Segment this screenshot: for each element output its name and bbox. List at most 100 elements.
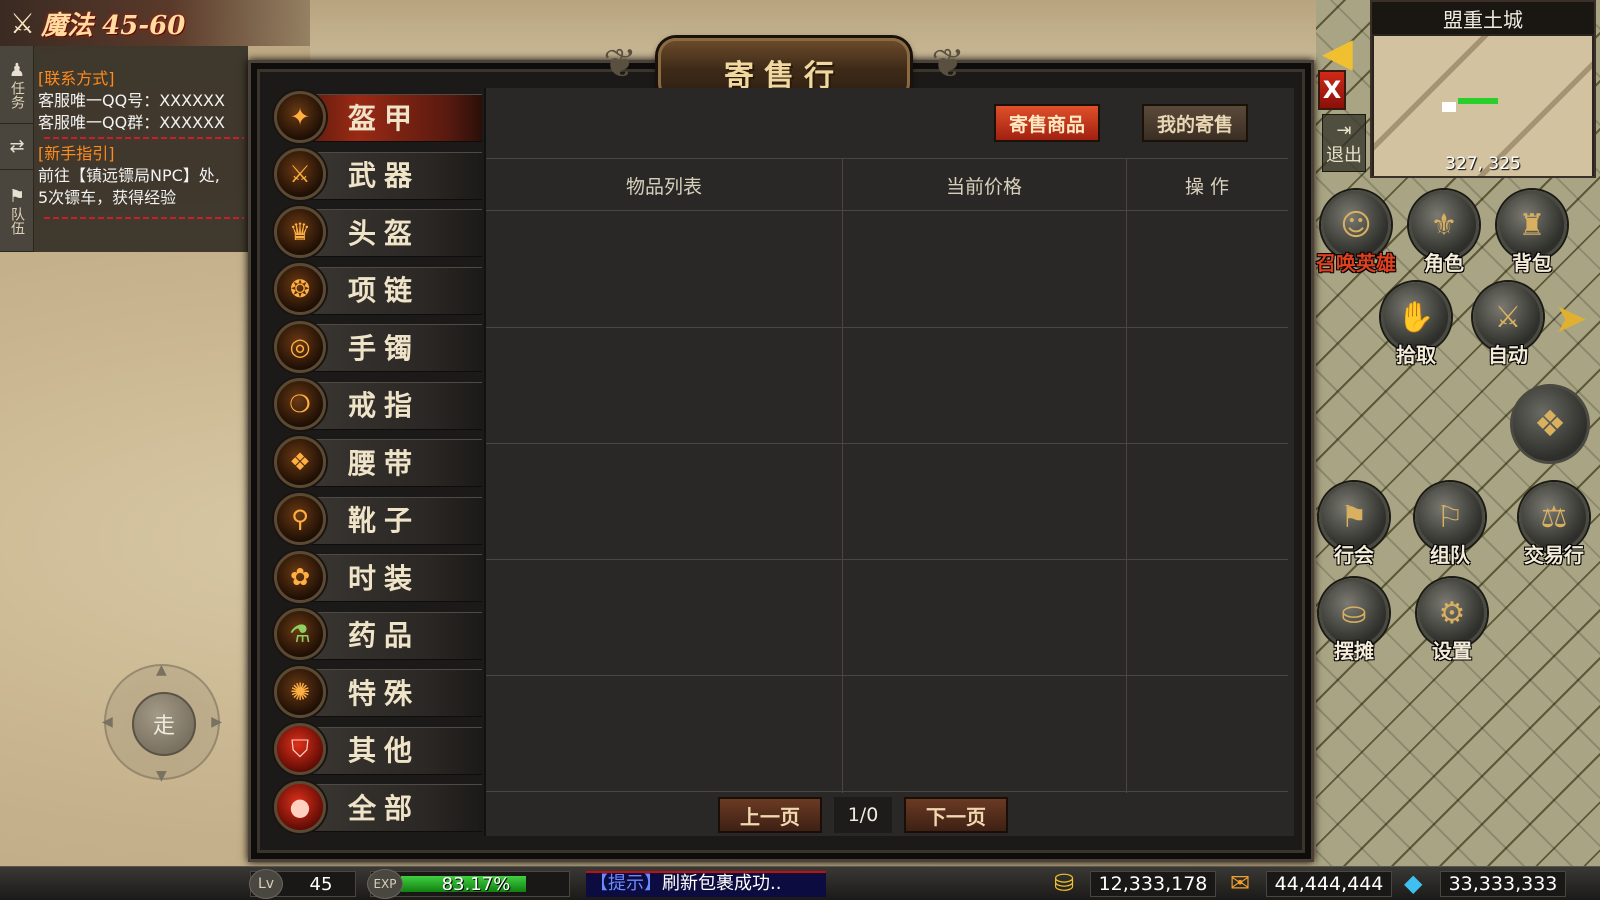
contact-line: 客服唯一QQ群：XXXXXX bbox=[38, 113, 225, 132]
category-ring[interactable]: ❍ 戒指 bbox=[274, 376, 484, 434]
ring-icon: ❍ bbox=[274, 378, 326, 431]
sell-items-button[interactable]: 寄售商品 bbox=[994, 104, 1100, 142]
tab-team-label: 队伍 bbox=[9, 207, 25, 235]
skill-menu-button[interactable]: ❖ bbox=[1510, 384, 1590, 464]
category-label: 手镯 bbox=[348, 331, 421, 365]
notice-bracket: 【提示】 bbox=[590, 873, 662, 894]
helmet-icon: ♛ bbox=[274, 205, 326, 258]
tab-task[interactable]: ♟ 任务 bbox=[0, 46, 34, 124]
category-label: 头盔 bbox=[348, 216, 421, 250]
column-divider bbox=[842, 159, 843, 793]
player-marker bbox=[1458, 98, 1498, 104]
potion-icon: ⚗ bbox=[274, 608, 326, 661]
exit-icon: ⇥ bbox=[1336, 120, 1352, 141]
tab-task-label: 任务 bbox=[9, 81, 25, 109]
column-divider bbox=[1126, 159, 1127, 793]
settings-button[interactable]: ⚙ 设置 bbox=[1414, 578, 1490, 663]
category-necklace[interactable]: ❂ 项链 bbox=[274, 261, 484, 319]
category-belt[interactable]: ❖ 腰带 bbox=[274, 433, 484, 491]
pickup-button[interactable]: ✋ 拾取 bbox=[1378, 282, 1454, 367]
next-page-button[interactable]: 下一页 bbox=[904, 797, 1008, 833]
stall-label: 摆摊 bbox=[1334, 639, 1374, 663]
my-consignments-button[interactable]: 我的寄售 bbox=[1142, 104, 1248, 142]
side-tabs: ♟ 任务 ⇄ ⚑ 队伍 bbox=[0, 46, 34, 252]
category-label: 时装 bbox=[348, 561, 421, 595]
auto-button[interactable]: ⚔ 自动 bbox=[1470, 282, 1546, 367]
notice-text: 刷新包裹成功.. bbox=[662, 873, 782, 894]
scroll-currency-value: 44,444,444 bbox=[1266, 871, 1392, 897]
page-indicator: 1/0 bbox=[834, 797, 892, 833]
buff-banner: ⚔ 魔法 45-60 bbox=[0, 0, 310, 46]
buff-text: 魔法 45-60 bbox=[41, 10, 186, 41]
arrow-left-icon: ◀ bbox=[102, 714, 113, 730]
summon-hero-button[interactable]: ☺ 召唤英雄 bbox=[1316, 190, 1396, 275]
map-coordinates: 327, 325 bbox=[1445, 154, 1521, 174]
npc-marker bbox=[1442, 102, 1456, 112]
special-icon: ✺ bbox=[274, 665, 326, 718]
category-label: 盔甲 bbox=[348, 101, 421, 135]
joystick-knob[interactable]: 走 bbox=[132, 692, 196, 756]
table-row bbox=[486, 443, 1288, 444]
guild-label: 行会 bbox=[1334, 543, 1374, 567]
character-button[interactable]: ⚜ 角色 bbox=[1406, 190, 1482, 275]
guide-line: 前往【镇远镖局NPC】处, bbox=[38, 166, 220, 185]
prev-page-button[interactable]: 上一页 bbox=[718, 797, 822, 833]
pager: 上一页 1/0 下一页 bbox=[718, 796, 1008, 834]
tab-team[interactable]: ⚑ 队伍 bbox=[0, 170, 34, 252]
exit-label: 退出 bbox=[1326, 145, 1362, 166]
category-potion[interactable]: ⚗ 药品 bbox=[274, 606, 484, 664]
fashion-icon: ✿ bbox=[274, 550, 326, 603]
category-fashion[interactable]: ✿ 时装 bbox=[274, 548, 484, 606]
character-label: 角色 bbox=[1424, 251, 1464, 275]
team-label: 组队 bbox=[1430, 543, 1470, 567]
armor-icon: ✦ bbox=[274, 90, 326, 143]
close-button[interactable]: X bbox=[1318, 70, 1346, 110]
arrow-down-icon: ▼ bbox=[156, 768, 167, 784]
weapon-icon: ⚔ bbox=[274, 148, 326, 201]
summon-hero-label: 召唤英雄 bbox=[1316, 251, 1396, 275]
minimap[interactable]: 盟重土城 327, 325 bbox=[1370, 0, 1596, 178]
category-bracelet[interactable]: ◎ 手镯 bbox=[274, 318, 484, 376]
stall-button[interactable]: ⛀ 摆摊 bbox=[1316, 578, 1392, 663]
arrow-up-icon: ▲ bbox=[156, 662, 167, 678]
trade-button[interactable]: ⚖ 交易行 bbox=[1516, 482, 1592, 567]
bracelet-icon: ◎ bbox=[274, 320, 326, 373]
contact-header: [联系方式] bbox=[38, 69, 115, 88]
belt-icon: ❖ bbox=[274, 435, 326, 488]
bag-button[interactable]: ♜ 背包 bbox=[1494, 190, 1570, 275]
category-special[interactable]: ✺ 特殊 bbox=[274, 663, 484, 721]
boots-icon: ⚲ bbox=[274, 493, 326, 546]
category-helmet[interactable]: ♛ 头盔 bbox=[274, 203, 484, 261]
task-panel[interactable]: [联系方式] 客服唯一QQ号：XXXXXX 客服唯一QQ群：XXXXXX [新手… bbox=[34, 46, 248, 252]
minimap-view[interactable]: 327, 325 bbox=[1374, 36, 1592, 176]
expand-arrow-icon[interactable]: ➤ bbox=[1554, 296, 1588, 342]
map-name: 盟重土城 bbox=[1372, 2, 1594, 34]
exit-button[interactable]: ⇥ 退出 bbox=[1322, 114, 1366, 172]
collapse-arrow-icon[interactable]: ◀ bbox=[1322, 30, 1353, 76]
tab-swap[interactable]: ⇄ bbox=[0, 124, 34, 170]
level-tag: Lv bbox=[249, 869, 283, 899]
category-weapon[interactable]: ⚔ 武器 bbox=[274, 146, 484, 204]
guide-header: [新手指引] bbox=[38, 144, 115, 163]
other-icon: ⛉ bbox=[274, 723, 326, 776]
table-row bbox=[486, 559, 1288, 560]
category-boots[interactable]: ⚲ 靴子 bbox=[274, 491, 484, 549]
gold-ingot-icon: ⛁ bbox=[1054, 869, 1075, 897]
column-item-list: 物品列表 bbox=[625, 175, 702, 198]
pickup-label: 拾取 bbox=[1396, 343, 1436, 367]
arrow-right-icon: ▶ bbox=[211, 714, 222, 730]
category-list: ✦ 盔甲 ⚔ 武器 ♛ 头盔 ❂ 项链 ◎ 手镯 ❍ 戒指 ❖ 腰带 ⚲ 靴子 … bbox=[274, 88, 484, 836]
category-label: 全部 bbox=[348, 791, 421, 825]
category-all[interactable]: ● 全部 bbox=[274, 778, 484, 836]
level-display: Lv 45 bbox=[249, 869, 356, 899]
necklace-icon: ❂ bbox=[274, 263, 326, 316]
category-other[interactable]: ⛉ 其他 bbox=[274, 721, 484, 779]
exp-value: 83.17% bbox=[441, 874, 511, 895]
movement-joystick[interactable]: ▲ ▼ ◀ ▶ 走 bbox=[102, 662, 222, 784]
status-bar: Lv 45 EXP 83.17% 【提示】刷新包裹成功.. ⛁ 12,333,1… bbox=[0, 866, 1600, 900]
category-label: 戒指 bbox=[348, 389, 421, 423]
settings-label: 设置 bbox=[1432, 639, 1472, 663]
team-button[interactable]: ⚐ 组队 bbox=[1412, 482, 1488, 567]
guild-button[interactable]: ⚑ 行会 bbox=[1316, 482, 1392, 567]
category-armor[interactable]: ✦ 盔甲 bbox=[274, 88, 484, 146]
